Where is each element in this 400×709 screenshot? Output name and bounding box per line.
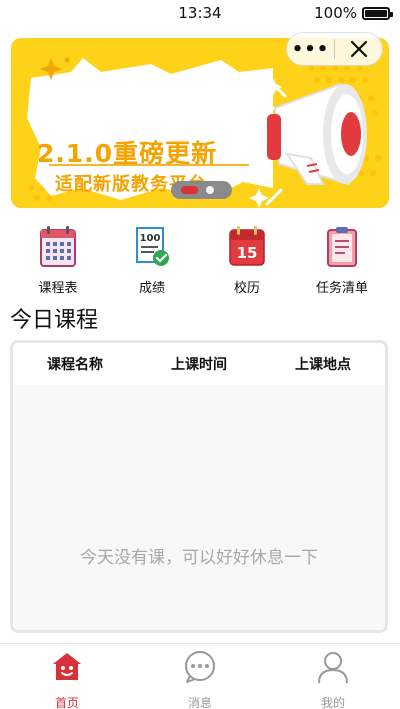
carousel-dot[interactable]: [206, 186, 214, 194]
column-header-time: 上课时间: [171, 357, 227, 373]
course-table: 课程名称 上课时间 上课地点 今天没有课，可以好好休息一下: [10, 340, 388, 633]
svg-text:100: 100: [140, 233, 161, 244]
carousel-indicator: [171, 181, 232, 199]
svg-text:15: 15: [237, 244, 258, 262]
nav-label-school-calendar: 校历: [233, 281, 260, 296]
carousel-dot-active[interactable]: [181, 186, 198, 194]
nav-label-timetable: 课程表: [38, 281, 78, 296]
school-calendar-icon: 15: [229, 226, 265, 266]
clipboard-icon: [327, 227, 357, 267]
home-icon: [53, 653, 81, 680]
nav-item-grades[interactable]: 100 成绩: [107, 224, 197, 296]
tab-label-profile: 我的: [320, 696, 345, 709]
empty-state-text: 今天没有课，可以好好休息一下: [80, 548, 318, 568]
battery-icon: [362, 6, 393, 20]
nav-label-task-list: 任务清单: [315, 281, 368, 296]
course-table-header: 课程名称 上课时间 上课地点: [13, 343, 385, 385]
close-icon: [350, 40, 367, 58]
banner-divider: [49, 164, 249, 166]
tab-profile[interactable]: 我的: [293, 650, 373, 709]
tab-label-messages: 消息: [187, 696, 212, 709]
tab-bar: 首页 消息 我的: [0, 643, 400, 709]
menu-capsule: •••: [286, 32, 383, 66]
grade-report-icon: 100: [136, 227, 169, 266]
column-header-location: 上课地点: [295, 357, 351, 373]
nav-item-task-list[interactable]: 任务清单: [297, 224, 387, 296]
more-button[interactable]: •••: [287, 33, 334, 65]
quick-nav: 课程表 100 成绩 15 校历 任务清单: [0, 224, 400, 296]
tab-label-home: 首页: [54, 696, 79, 709]
close-button[interactable]: [335, 33, 382, 65]
section-title-today: 今日课程: [10, 308, 99, 333]
battery-fill: [365, 9, 387, 17]
status-bar: 13:34 100%: [0, 0, 400, 26]
message-icon: [185, 651, 215, 683]
calendar-icon: [40, 226, 76, 267]
profile-icon: [318, 652, 348, 684]
nav-label-grades: 成绩: [138, 281, 165, 296]
column-header-course-name: 课程名称: [47, 357, 103, 373]
tab-messages[interactable]: 消息: [160, 650, 240, 709]
battery-percent: 100%: [314, 4, 357, 22]
course-table-body: 今天没有课，可以好好休息一下: [13, 385, 385, 630]
tab-home[interactable]: 首页: [27, 650, 107, 709]
nav-item-school-calendar[interactable]: 15 校历: [202, 224, 292, 296]
nav-item-timetable[interactable]: 课程表: [13, 224, 103, 296]
battery-indicator: 100%: [314, 4, 393, 22]
